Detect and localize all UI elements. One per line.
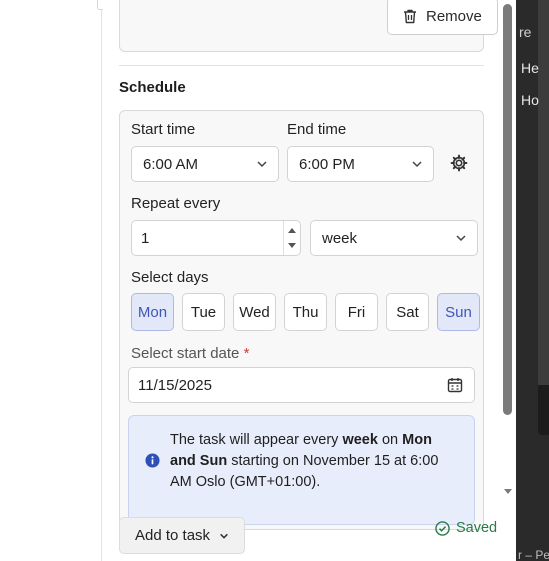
chevron-down-icon (257, 161, 267, 168)
stepper-down-icon[interactable] (288, 243, 296, 248)
day-wed[interactable]: Wed (233, 293, 276, 331)
divider (119, 65, 484, 66)
previous-card: Remove (119, 0, 498, 52)
day-tue[interactable]: Tue (182, 293, 225, 331)
repeat-label: Repeat every (131, 195, 221, 212)
required-marker: * (243, 345, 250, 362)
remove-button[interactable]: Remove (387, 0, 498, 35)
number-stepper[interactable] (283, 221, 300, 255)
repeat-unit-select[interactable]: week (310, 220, 478, 256)
repeat-count-value: 1 (141, 229, 150, 247)
info-icon (145, 453, 160, 468)
day-sun[interactable]: Sun (437, 293, 480, 331)
background-text-2: He (521, 60, 539, 76)
stepper-up-icon[interactable] (288, 228, 296, 233)
schedule-section: Start time End time 6:00 AM 6:00 PM Repe… (119, 110, 484, 530)
task-panel: Remove Schedule Start time End time 6:00… (103, 0, 516, 561)
start-date-value: 11/15/2025 (138, 376, 212, 394)
saved-status: Saved (435, 519, 497, 537)
schedule-summary: The task will appear every week on Mon a… (170, 432, 439, 490)
left-gutter (0, 0, 102, 561)
add-to-task-label: Add to task (135, 527, 211, 544)
chevron-down-icon (456, 235, 466, 242)
check-circle-icon (435, 520, 450, 536)
end-time-value: 6:00 PM (299, 155, 355, 173)
calendar-icon[interactable] (447, 377, 463, 393)
repeat-count-input[interactable]: 1 (131, 220, 301, 256)
background-panel (538, 0, 549, 385)
schedule-title: Schedule (119, 79, 186, 96)
start-date-input[interactable]: 11/15/2025 (128, 367, 475, 403)
day-sat[interactable]: Sat (386, 293, 429, 331)
schedule-info-box: The task will appear every week on Mon a… (128, 415, 475, 525)
start-time-label: Start time (131, 121, 196, 138)
background-text-1: re (519, 24, 532, 40)
day-mon[interactable]: Mon (131, 293, 174, 331)
start-time-value: 6:00 AM (143, 155, 199, 173)
remove-label: Remove (426, 7, 482, 25)
days-label: Select days (131, 269, 209, 286)
background-text-3: Ho (521, 92, 539, 108)
end-time-select[interactable]: 6:00 PM (287, 146, 434, 182)
day-fri[interactable]: Fri (335, 293, 378, 331)
start-time-select[interactable]: 6:00 AM (131, 146, 279, 182)
trash-icon (404, 9, 416, 23)
scrollbar-thumb[interactable] (503, 4, 512, 415)
background-panel-edge (538, 385, 549, 435)
background-text-4: r – Pe (518, 548, 549, 561)
chevron-down-icon (412, 161, 422, 168)
chevron-down-icon (220, 533, 228, 539)
start-date-label: Select start date * (131, 345, 250, 362)
saved-label: Saved (456, 520, 498, 536)
add-to-task-button[interactable]: Add to task (119, 517, 246, 554)
gear-icon[interactable] (450, 154, 468, 172)
repeat-unit-value: week (322, 229, 358, 247)
day-thu[interactable]: Thu (284, 293, 327, 331)
scroll-down-arrow[interactable] (504, 489, 512, 494)
end-time-label: End time (287, 121, 347, 138)
background-window: re He Ho r – Pe (516, 0, 549, 561)
